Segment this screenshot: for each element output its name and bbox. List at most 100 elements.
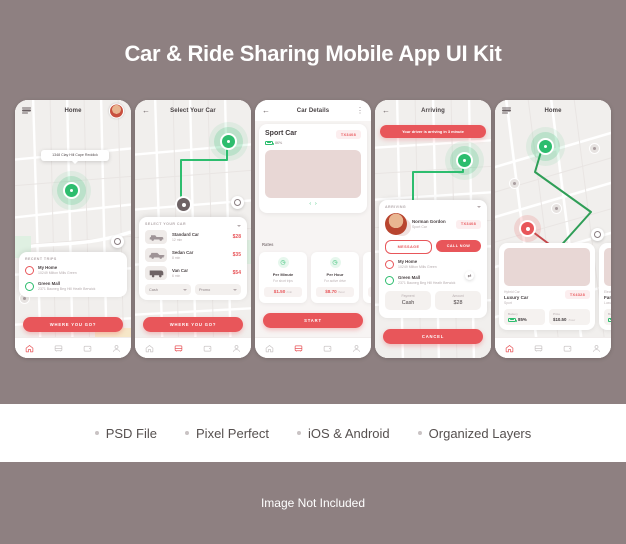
back-button[interactable]: ← bbox=[262, 106, 270, 115]
home-icon[interactable] bbox=[265, 344, 274, 353]
where-you-go-button[interactable]: WHERE YOU GO? bbox=[143, 317, 243, 332]
rate-card[interactable]: ◷ Per Hour For active drive $8.70 /hour bbox=[311, 252, 359, 303]
more-options-button[interactable]: ⋮ bbox=[356, 106, 364, 115]
options-row: Cash Promo bbox=[145, 284, 241, 295]
trip-address: 2371 Bauneg Beg Hill Heath Berwick bbox=[398, 281, 456, 286]
payment-method-card[interactable]: Payment Cash bbox=[385, 290, 431, 310]
rate-title: Per Hour bbox=[326, 272, 344, 277]
bullet-icon bbox=[297, 431, 301, 435]
car-icon[interactable] bbox=[534, 344, 543, 353]
wallet-icon[interactable] bbox=[83, 344, 92, 353]
screen-body: ← Arriving Your driver is arriving in 3 … bbox=[375, 100, 491, 358]
cancel-button[interactable]: CANCEL bbox=[383, 329, 483, 344]
payment-label: Payment bbox=[401, 294, 415, 299]
back-button[interactable]: ← bbox=[142, 106, 150, 115]
back-button[interactable]: ← bbox=[382, 106, 390, 115]
trip-item[interactable]: Green Mall 2371 Bauneg Beg Hill Heath Be… bbox=[25, 281, 121, 292]
car-thumbnail bbox=[145, 248, 167, 262]
trip-item[interactable]: My Home 10249 Milton Mills Green bbox=[385, 259, 481, 270]
hamburger-icon bbox=[502, 107, 511, 114]
trip-destination-icon bbox=[385, 275, 394, 285]
rates-carousel[interactable]: ◷ Per Minute For short trips $1.50 /min … bbox=[259, 252, 371, 303]
trip-item[interactable]: My Home 10249 Milton Mills Green bbox=[25, 265, 121, 276]
wallet-icon[interactable] bbox=[203, 344, 212, 353]
rate-card[interactable]: ◷ Per Day For active drive $50.00 /day bbox=[363, 252, 371, 303]
car-name: Van Car bbox=[172, 267, 189, 273]
bottom-nav bbox=[135, 337, 251, 358]
wallet-icon[interactable] bbox=[323, 344, 332, 353]
rate-title: Per Day bbox=[368, 272, 371, 277]
chevron-right-icon[interactable]: › bbox=[315, 202, 317, 207]
profile-avatar-button[interactable] bbox=[109, 103, 124, 118]
car-option-row[interactable]: Sedan Car 8 min $35 bbox=[145, 248, 241, 262]
profile-icon[interactable] bbox=[112, 344, 121, 353]
car-icon[interactable] bbox=[174, 344, 183, 353]
screen-body: ← Car Details ⋮ Sport Car 86% TX3408 ‹ ›… bbox=[255, 100, 371, 358]
menu-button[interactable] bbox=[502, 107, 511, 114]
menu-button[interactable] bbox=[22, 107, 31, 114]
rate-card[interactable]: ◷ Per Minute For short trips $1.50 /min bbox=[259, 252, 307, 303]
origin-pin[interactable] bbox=[175, 196, 192, 213]
trip-address: 2371 Bauneg Beg Hill Heath Berwick bbox=[38, 287, 96, 292]
car-option-row[interactable]: Standard Car 12 min $28 bbox=[145, 230, 241, 244]
vehicle-cards-carousel[interactable]: Hybrid Car Luxury Car Sport TX4328 Batte… bbox=[499, 243, 611, 331]
features-band: PSD File Pixel Perfect iOS & Android Org… bbox=[0, 404, 626, 462]
rate-unit: /min bbox=[286, 290, 293, 294]
price-label: Price bbox=[553, 311, 561, 316]
home-icon[interactable] bbox=[505, 344, 514, 353]
chevron-down-icon[interactable] bbox=[477, 206, 481, 208]
avatar bbox=[109, 103, 124, 118]
recenter-button[interactable] bbox=[231, 196, 244, 209]
recenter-button[interactable] bbox=[591, 228, 604, 241]
driver-car: Sport Car bbox=[412, 225, 427, 230]
car-thumbnail bbox=[145, 266, 167, 280]
destination-pin[interactable] bbox=[220, 133, 237, 150]
trip-address: 10249 Milton Mills Green bbox=[38, 271, 77, 276]
message-button[interactable]: MESSAGE bbox=[385, 240, 432, 254]
car-option-row[interactable]: Van Car 6 min $54 bbox=[145, 266, 241, 280]
destination-pin[interactable] bbox=[537, 138, 554, 155]
recenter-button[interactable] bbox=[111, 235, 124, 248]
car-icon[interactable] bbox=[294, 344, 303, 353]
profile-icon[interactable] bbox=[352, 344, 361, 353]
current-location-pin[interactable] bbox=[63, 182, 80, 199]
vehicle-card[interactable]: Hybrid Car Luxury Car Sport TX4328 Batte… bbox=[499, 243, 595, 331]
bullet-icon bbox=[94, 431, 99, 435]
car-icon[interactable] bbox=[54, 344, 63, 353]
bottom-nav bbox=[15, 337, 131, 358]
rates-label: Rates bbox=[262, 242, 274, 247]
where-you-go-button[interactable]: WHERE YOU GO? bbox=[23, 317, 123, 332]
vehicle-card[interactable]: Electric Car Family Car Luxury TX7712 Ba… bbox=[599, 243, 611, 331]
swap-route-button[interactable]: ⇄ bbox=[465, 271, 474, 280]
map-poi-pin[interactable] bbox=[551, 203, 562, 214]
address-callout: 1348 Clay Hill Cape Reddick bbox=[41, 150, 109, 165]
chevron-left-icon[interactable]: ‹ bbox=[309, 202, 311, 207]
car-eta: 12 min bbox=[172, 238, 183, 243]
app-bar-title: Arriving bbox=[421, 107, 445, 114]
license-plate-badge: TX3408 bbox=[335, 130, 361, 139]
arriving-sheet: ARRIVING Norman Gordon Sport Car TX3408 … bbox=[379, 200, 487, 318]
car-eta: 8 min bbox=[172, 256, 181, 261]
footer-note: Image Not Included bbox=[260, 496, 366, 510]
app-bar: ← Select Your Car bbox=[135, 100, 251, 121]
promo-select[interactable]: Promo bbox=[195, 284, 241, 295]
home-icon[interactable] bbox=[145, 344, 154, 353]
map-poi-pin[interactable] bbox=[509, 178, 520, 189]
profile-icon[interactable] bbox=[232, 344, 241, 353]
app-bar: Home bbox=[495, 100, 611, 121]
payment-select[interactable]: Cash bbox=[145, 284, 191, 295]
vehicle-name: Family Car bbox=[604, 294, 611, 300]
profile-icon[interactable] bbox=[592, 344, 601, 353]
wallet-icon[interactable] bbox=[563, 344, 572, 353]
feature-item: PSD File bbox=[94, 426, 157, 441]
origin-pin[interactable] bbox=[519, 220, 536, 237]
chevron-down-icon[interactable] bbox=[237, 225, 241, 227]
home-icon[interactable] bbox=[25, 344, 34, 353]
app-bar: ← Car Details ⋮ bbox=[255, 100, 371, 121]
call-now-button[interactable]: CALL NOW bbox=[436, 240, 481, 252]
destination-pin[interactable] bbox=[456, 152, 473, 169]
trip-destination-icon bbox=[25, 281, 34, 291]
map-poi-pin[interactable] bbox=[589, 143, 600, 154]
car-name: Standard Car bbox=[172, 231, 199, 237]
start-button[interactable]: START bbox=[263, 313, 363, 328]
